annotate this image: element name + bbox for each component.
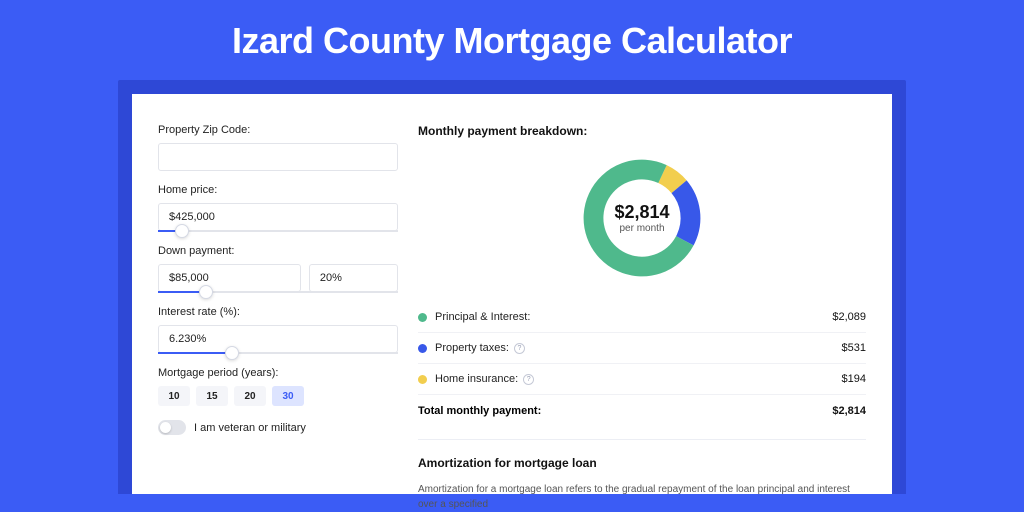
slider-fill bbox=[158, 352, 232, 354]
legend-value: $194 bbox=[842, 373, 866, 385]
legend-value: $531 bbox=[842, 342, 866, 354]
period-buttons: 10 15 20 30 bbox=[158, 386, 398, 406]
amortization-section: Amortization for mortgage loan Amortizat… bbox=[418, 439, 866, 512]
home-price-label: Home price: bbox=[158, 184, 398, 196]
down-payment-group: Down payment: bbox=[158, 245, 398, 293]
home-price-input[interactable] bbox=[158, 203, 398, 231]
total-label: Total monthly payment: bbox=[418, 405, 541, 417]
period-btn-10[interactable]: 10 bbox=[158, 386, 190, 406]
info-icon[interactable]: ? bbox=[523, 374, 534, 385]
veteran-row: I am veteran or military bbox=[158, 420, 398, 435]
legend-label: Principal & Interest: bbox=[435, 311, 530, 323]
period-group: Mortgage period (years): 10 15 20 30 bbox=[158, 367, 398, 406]
zip-label: Property Zip Code: bbox=[158, 124, 398, 136]
zip-input[interactable] bbox=[158, 143, 398, 171]
breakdown-column: Monthly payment breakdown: $2,814 per mo… bbox=[418, 124, 866, 494]
period-btn-30[interactable]: 30 bbox=[272, 386, 304, 406]
total-value: $2,814 bbox=[832, 405, 866, 417]
card-outer: Property Zip Code: Home price: Down paym… bbox=[118, 80, 906, 494]
veteran-toggle[interactable] bbox=[158, 420, 186, 435]
slider-thumb[interactable] bbox=[199, 285, 213, 299]
interest-slider[interactable] bbox=[158, 352, 398, 354]
legend-label: Property taxes: bbox=[435, 342, 509, 354]
down-payment-slider[interactable] bbox=[158, 291, 398, 293]
legend-swatch bbox=[418, 375, 427, 384]
form-column: Property Zip Code: Home price: Down paym… bbox=[158, 124, 398, 494]
down-payment-pct-input[interactable] bbox=[309, 264, 398, 292]
total-row: Total monthly payment: $2,814 bbox=[418, 394, 866, 427]
donut-chart: $2,814 per month bbox=[578, 154, 706, 282]
breakdown-title: Monthly payment breakdown: bbox=[418, 124, 866, 138]
slider-thumb[interactable] bbox=[175, 224, 189, 238]
veteran-label: I am veteran or military bbox=[194, 422, 306, 434]
period-btn-20[interactable]: 20 bbox=[234, 386, 266, 406]
home-price-group: Home price: bbox=[158, 184, 398, 232]
legend-swatch bbox=[418, 313, 427, 322]
legend-label: Home insurance: bbox=[435, 373, 518, 385]
slider-thumb[interactable] bbox=[225, 346, 239, 360]
zip-group: Property Zip Code: bbox=[158, 124, 398, 171]
toggle-knob bbox=[160, 422, 171, 433]
interest-label: Interest rate (%): bbox=[158, 306, 398, 318]
legend-row: Principal & Interest: $2,089 bbox=[418, 302, 866, 333]
amortization-text: Amortization for a mortgage loan refers … bbox=[418, 482, 866, 512]
donut-center-sub: per month bbox=[619, 223, 664, 234]
interest-group: Interest rate (%): bbox=[158, 306, 398, 354]
info-icon[interactable]: ? bbox=[514, 343, 525, 354]
home-price-slider[interactable] bbox=[158, 230, 398, 232]
page-title: Izard County Mortgage Calculator bbox=[0, 0, 1024, 80]
legend: Principal & Interest: $2,089 Property taxe… bbox=[418, 302, 866, 394]
calculator-card: Property Zip Code: Home price: Down paym… bbox=[132, 94, 892, 494]
legend-swatch bbox=[418, 344, 427, 353]
down-payment-input[interactable] bbox=[158, 264, 301, 292]
period-label: Mortgage period (years): bbox=[158, 367, 398, 379]
amortization-title: Amortization for mortgage loan bbox=[418, 456, 866, 470]
donut-wrap: $2,814 per month bbox=[418, 154, 866, 282]
legend-row: Home insurance:? $194 bbox=[418, 364, 866, 394]
down-payment-label: Down payment: bbox=[158, 245, 398, 257]
interest-input[interactable] bbox=[158, 325, 398, 353]
donut-center-value: $2,814 bbox=[614, 202, 669, 223]
legend-row: Property taxes:? $531 bbox=[418, 333, 866, 364]
legend-value: $2,089 bbox=[832, 311, 866, 323]
period-btn-15[interactable]: 15 bbox=[196, 386, 228, 406]
